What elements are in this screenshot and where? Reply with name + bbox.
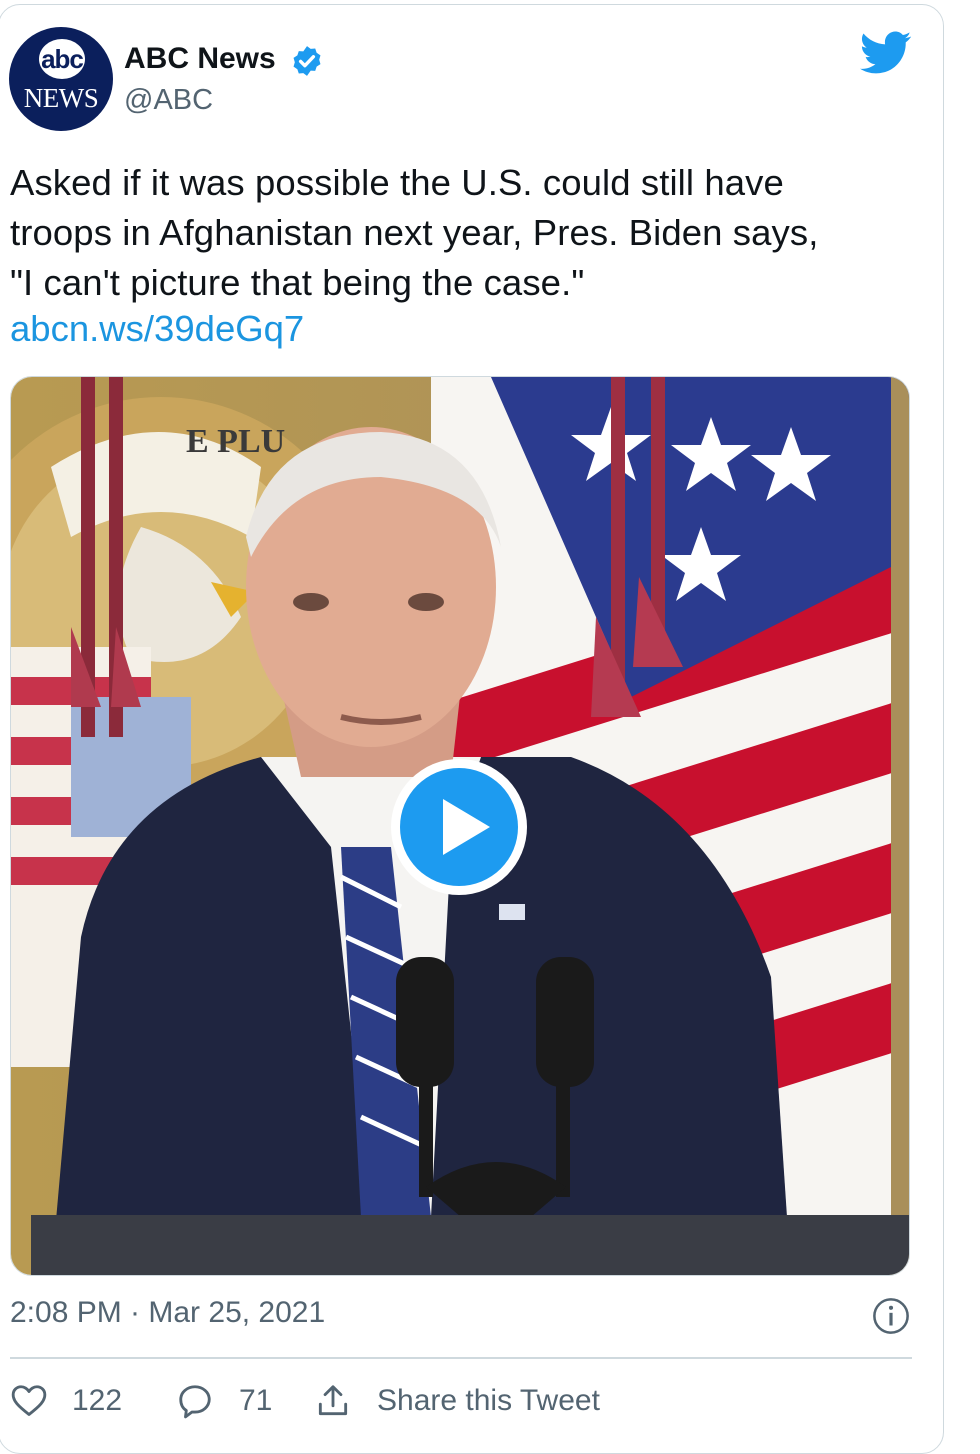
verified-badge-icon bbox=[293, 46, 321, 76]
flag-pin bbox=[499, 904, 525, 920]
tweet-text-line: "I can't picture that being the case." bbox=[10, 262, 585, 303]
tweet-text-line: troops in Afghanistan next year, Pres. B… bbox=[10, 212, 819, 253]
share-icon[interactable] bbox=[314, 1382, 352, 1420]
info-icon[interactable] bbox=[872, 1297, 910, 1335]
abc-news-avatar[interactable]: abc NEWS bbox=[9, 27, 113, 131]
tweet-text: Asked if it was possible the U.S. could … bbox=[10, 158, 910, 308]
heart-icon[interactable] bbox=[10, 1382, 48, 1420]
reply-count[interactable]: 71 bbox=[239, 1384, 272, 1418]
author-name[interactable]: ABC News bbox=[124, 42, 276, 76]
like-count[interactable]: 122 bbox=[72, 1384, 122, 1418]
tweet-text-line: Asked if it was possible the U.S. could … bbox=[10, 162, 784, 203]
twitter-bird-icon[interactable] bbox=[860, 30, 912, 76]
tweet-link[interactable]: abcn.ws/39deGq7 bbox=[10, 308, 304, 350]
divider bbox=[10, 1357, 912, 1359]
author-handle[interactable]: @ABC bbox=[124, 84, 213, 117]
seal-text: E PLU bbox=[186, 423, 285, 460]
news-logo-text: NEWS bbox=[23, 83, 99, 113]
reply-icon[interactable] bbox=[176, 1382, 214, 1420]
share-tweet-label[interactable]: Share this Tweet bbox=[377, 1384, 600, 1418]
play-icon[interactable] bbox=[388, 756, 530, 898]
tweet-timestamp[interactable]: 2:08 PM · Mar 25, 2021 bbox=[10, 1296, 325, 1330]
abc-logo: abc bbox=[39, 39, 85, 79]
